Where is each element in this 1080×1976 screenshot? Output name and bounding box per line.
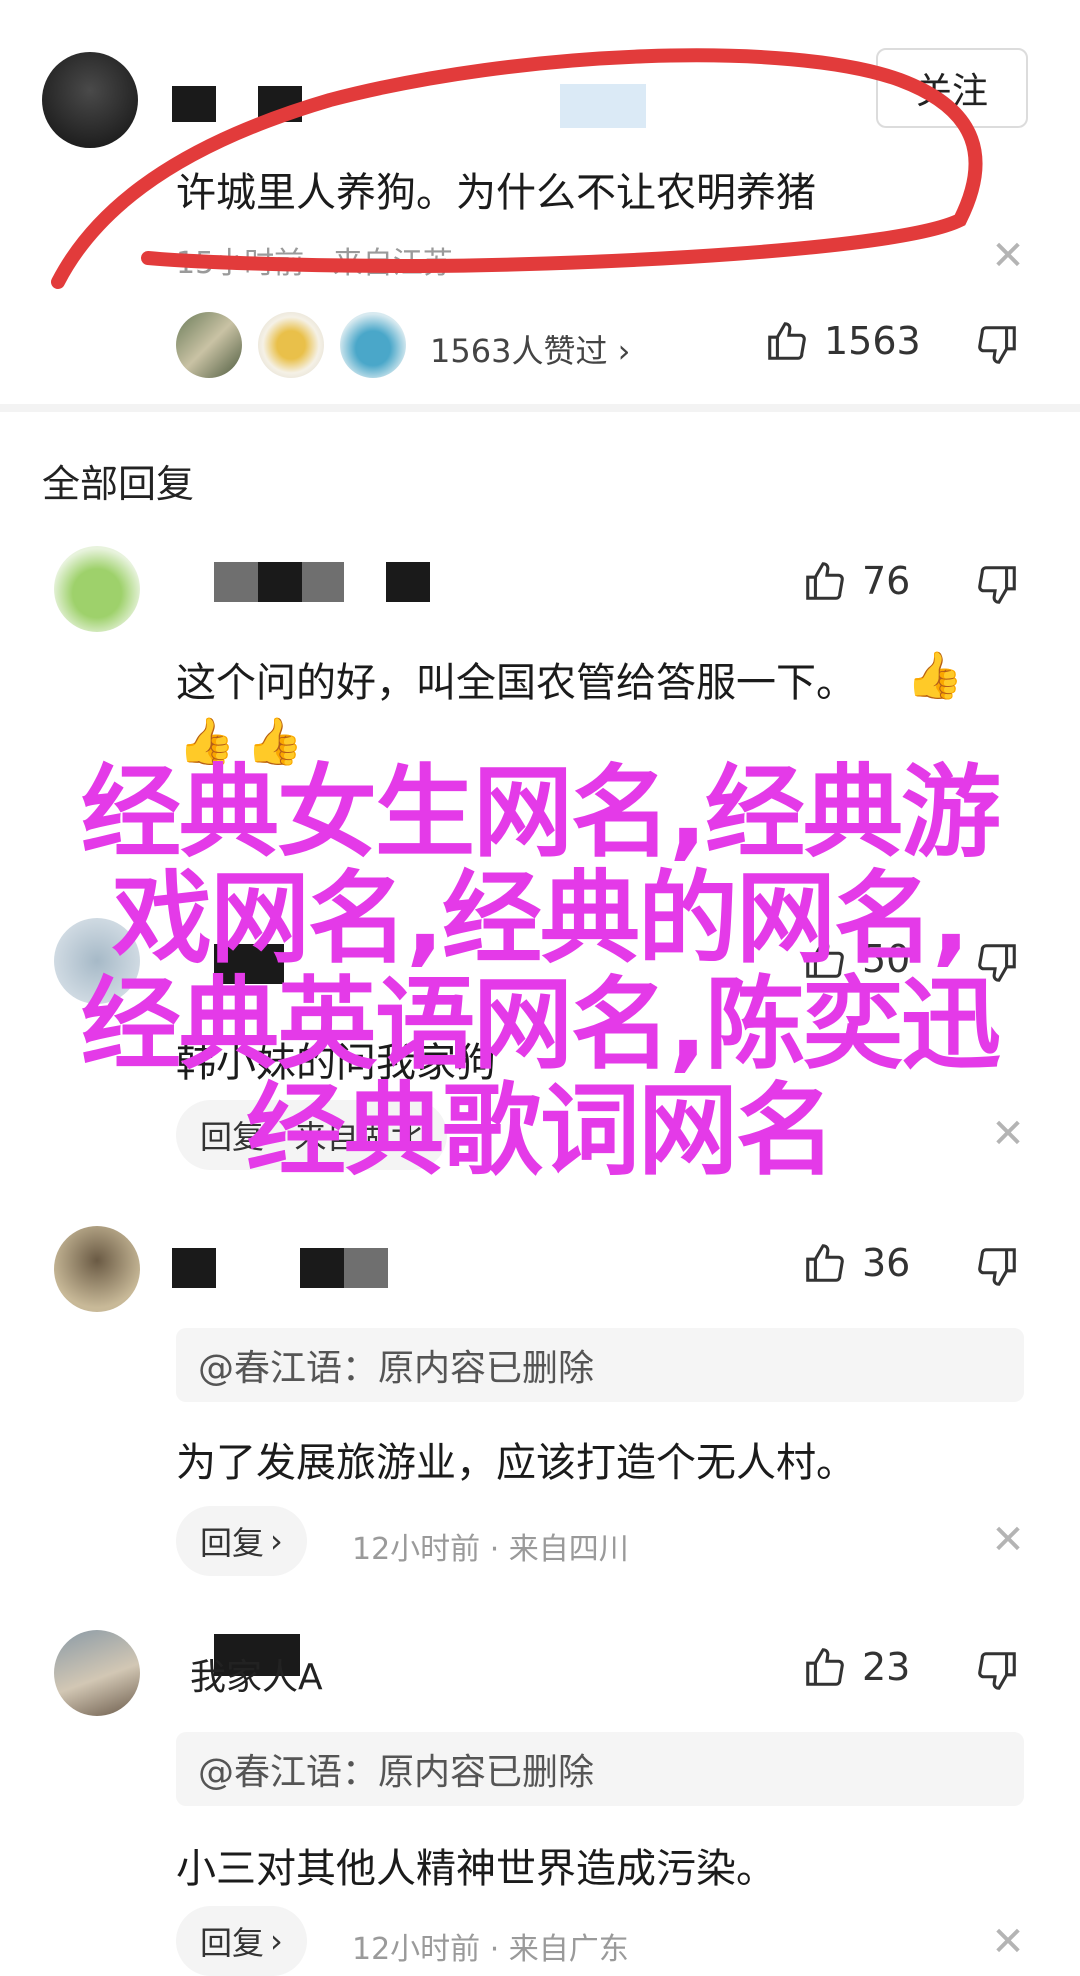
like-count: 76	[862, 559, 911, 603]
redacted-username	[172, 1248, 216, 1288]
thumbs-down-icon[interactable]	[974, 322, 1020, 368]
reply-label: 回复	[200, 1924, 265, 1962]
avatar[interactable]	[54, 546, 140, 632]
overlay-line: 戏网名,经典的网名,	[112, 860, 970, 977]
like-button[interactable]: 76	[802, 558, 910, 604]
comment-meta: 12小时前 · 来自四川	[352, 1532, 629, 1567]
thumbs-up-icon	[768, 322, 806, 360]
reply-label: 回复	[200, 1524, 265, 1562]
close-icon[interactable]: ✕	[988, 1520, 1028, 1560]
section-divider	[0, 404, 1080, 412]
overlay-title: 经典女生网名,经典游 戏网名,经典的网名, 经典英语网名,陈奕迅 经典歌词网名	[0, 760, 1080, 1184]
comment-text: 小三对其他人精神世界造成污染。	[176, 1846, 776, 1892]
redacted-username	[386, 562, 430, 602]
overlay-line: 经典歌词网名	[246, 1072, 836, 1189]
reply-button[interactable]: 回复 ›	[176, 1506, 307, 1576]
redacted-username	[258, 562, 302, 602]
liker-avatar	[258, 312, 324, 378]
chevron-right-icon: ›	[617, 332, 631, 370]
redacted-username	[300, 1248, 344, 1288]
reply-button[interactable]: 回复 ›	[176, 1906, 307, 1976]
redacted-username	[344, 1248, 388, 1288]
liker-avatar	[176, 312, 242, 378]
thumbs-down-icon[interactable]	[974, 1648, 1020, 1694]
overlay-line: 经典英语网名,陈奕迅	[81, 966, 1001, 1083]
comment-text: 这个问的好，叫全国农管给答服一下。	[176, 660, 856, 706]
chevron-right-icon: ›	[270, 1522, 283, 1560]
overlay-line: 经典女生网名,经典游	[81, 754, 1001, 871]
liked-by-link[interactable]: 1563人赞过 ›	[430, 326, 630, 372]
liker-avatar	[340, 312, 406, 378]
avatar[interactable]	[54, 1630, 140, 1716]
avatar[interactable]	[54, 1226, 140, 1312]
thumbs-up-icon	[806, 1244, 844, 1282]
red-circle-annotation	[51, 48, 983, 289]
thumbs-up-emoji: 👍	[906, 648, 964, 702]
comment-meta: 12小时前 · 来自广东	[352, 1932, 629, 1967]
quoted-reply: @春江语：原内容已删除	[176, 1732, 1024, 1806]
thumbs-up-icon	[806, 1648, 844, 1686]
like-count: 1563	[824, 319, 921, 363]
like-button[interactable]: 36	[802, 1240, 910, 1286]
comment-text: 为了发展旅游业，应该打造个无人村。	[176, 1440, 856, 1486]
liked-by-label: 1563人赞过	[430, 332, 608, 370]
quoted-reply: @春江语：原内容已删除	[176, 1328, 1024, 1402]
like-count: 23	[862, 1645, 911, 1689]
close-icon[interactable]: ✕	[988, 1922, 1028, 1962]
thumbs-down-icon[interactable]	[974, 562, 1020, 608]
thumbs-up-icon	[806, 562, 844, 600]
section-title: 全部回复	[42, 462, 195, 506]
like-button[interactable]: 23	[802, 1644, 910, 1690]
like-count: 36	[862, 1241, 911, 1285]
like-button[interactable]: 1563	[764, 318, 921, 364]
thumbs-down-icon[interactable]	[974, 1244, 1020, 1290]
chevron-right-icon: ›	[270, 1922, 283, 1960]
username: 我家人A	[190, 1657, 323, 1698]
